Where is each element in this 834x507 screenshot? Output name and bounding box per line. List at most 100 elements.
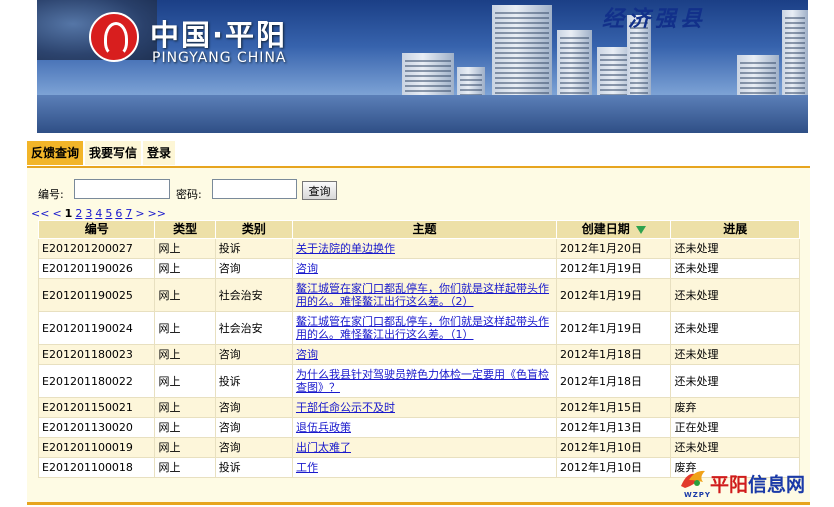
- table-row: E201201200027 网上 投诉 关于法院的单边换作 2012年1月20日 还未处理: [37, 238, 800, 259]
- cell-type: 网上: [154, 457, 216, 478]
- cell-topic: 鳌江城管在家门口都乱停车，你们就是这样起带头作用的么。难怪鳌江出行这么差。（1）: [291, 311, 558, 345]
- cell-category: 投诉: [214, 364, 293, 398]
- page-6-link[interactable]: 6: [115, 207, 122, 220]
- cell-status: 还未处理: [670, 364, 800, 398]
- cell-date: 2012年1月18日: [556, 344, 672, 365]
- topic-link[interactable]: 为什么我县针对驾驶员辨色力体检一定要用《色盲检查图》？: [296, 368, 549, 394]
- table-row: E201201190026 网上 咨询 咨询 2012年1月19日 还未处理: [37, 258, 800, 279]
- cell-category: 社会治安: [214, 278, 293, 312]
- table-header-row: 编号 类型 类别 主题 创建日期 进展: [37, 220, 800, 239]
- watermark-text-red: 平阳: [710, 474, 749, 496]
- cell-id: E201201190026: [37, 258, 156, 279]
- cell-category: 社会治安: [214, 311, 293, 345]
- page-7-link[interactable]: 7: [125, 207, 132, 220]
- topic-link[interactable]: 工作: [296, 461, 318, 474]
- header-banner: 中国·平阳 PINGYANG CHINA 经济强县: [37, 0, 808, 133]
- topic-link[interactable]: 关于法院的单边换作: [296, 242, 395, 255]
- cell-date: 2012年1月19日: [556, 311, 672, 345]
- cell-status: 还未处理: [670, 437, 800, 458]
- password-input[interactable]: [212, 179, 297, 199]
- topic-link[interactable]: 干部任命公示不及时: [296, 401, 395, 414]
- watermark-text-blue: 信息网: [748, 474, 806, 496]
- cell-type: 网上: [154, 278, 216, 312]
- cell-id: E201201180023: [37, 344, 156, 365]
- cell-id: E201201130020: [37, 417, 156, 438]
- cell-topic: 出门太难了: [291, 437, 558, 458]
- table-row: E201201190024 网上 社会治安 鳌江城管在家门口都乱停车，你们就是这样起带…: [37, 311, 800, 345]
- cell-category: 咨询: [214, 397, 293, 418]
- cell-status: 还未处理: [670, 238, 800, 259]
- date-header-label: 创建日期: [581, 222, 630, 236]
- cell-topic: 关于法院的单边换作: [291, 238, 558, 259]
- cell-type: 网上: [154, 344, 216, 365]
- cell-date: 2012年1月10日: [556, 457, 672, 478]
- cell-category: 咨询: [214, 344, 293, 365]
- next-page-link[interactable]: >: [135, 207, 144, 220]
- cell-type: 网上: [154, 417, 216, 438]
- id-label: 编号:: [38, 188, 64, 201]
- table-row: E201201130020 网上 咨询 退伍兵政策 2012年1月13日 正在处理: [37, 417, 800, 438]
- cell-status: 还未处理: [670, 311, 800, 345]
- topic-link[interactable]: 咨询: [296, 348, 318, 361]
- cell-type: 网上: [154, 258, 216, 279]
- cell-id: E201201150021: [37, 397, 156, 418]
- cell-category: 咨询: [214, 258, 293, 279]
- query-button[interactable]: 查询: [302, 181, 337, 200]
- first-page-link[interactable]: <<: [31, 207, 49, 220]
- page-5-link[interactable]: 5: [105, 207, 112, 220]
- cell-id: E201201200027: [37, 238, 156, 259]
- cell-date: 2012年1月19日: [556, 278, 672, 312]
- cell-date: 2012年1月15日: [556, 397, 672, 418]
- topic-link[interactable]: 咨询: [296, 262, 318, 275]
- site-subtitle: PINGYANG CHINA: [152, 50, 287, 66]
- watermark-subtext: WZPY: [684, 491, 711, 499]
- cell-topic: 干部任命公示不及时: [291, 397, 558, 418]
- cell-topic: 咨询: [291, 344, 558, 365]
- topic-link[interactable]: 鳌江城管在家门口都乱停车，你们就是这样起带头作用的么。难怪鳌江出行这么差。（1）: [296, 315, 549, 341]
- table-body: E201201200027 网上 投诉 关于法院的单边换作 2012年1月20日 还未处理…: [37, 238, 800, 478]
- cell-status: 废弃: [670, 397, 800, 418]
- table-row: E201201190025 网上 社会治安 鳌江城管在家门口都乱停车，你们就是这样起带…: [37, 278, 800, 312]
- site-watermark: 平阳信息网 WZPY: [674, 466, 832, 506]
- table-row: E201201150021 网上 咨询 干部任命公示不及时 2012年1月15日 废弃: [37, 397, 800, 418]
- column-header-topic: 主题: [291, 220, 558, 239]
- column-header-category: 类别: [214, 220, 293, 239]
- topic-link[interactable]: 鳌江城管在家门口都乱停车，你们就是这样起带头作用的么。难怪鳌江出行这么差。（2）: [296, 282, 549, 308]
- page-4-link[interactable]: 4: [95, 207, 102, 220]
- cell-topic: 咨询: [291, 258, 558, 279]
- cell-date: 2012年1月20日: [556, 238, 672, 259]
- page-3-link[interactable]: 3: [85, 207, 92, 220]
- logo-icon: [89, 12, 139, 62]
- page-2-link[interactable]: 2: [75, 207, 82, 220]
- tab-login[interactable]: 登录: [143, 141, 176, 165]
- cell-type: 网上: [154, 364, 216, 398]
- pagination: << < 1 2 3 4 5 6 7 > >>: [31, 207, 166, 220]
- column-header-type: 类型: [154, 220, 216, 239]
- cell-status: 还未处理: [670, 344, 800, 365]
- cell-id: E201201180022: [37, 364, 156, 398]
- tab-write-letter[interactable]: 我要写信: [85, 141, 142, 165]
- table-row: E201201100019 网上 咨询 出门太难了 2012年1月10日 还未处理: [37, 437, 800, 458]
- column-header-date[interactable]: 创建日期: [556, 220, 672, 239]
- watermark-logo-icon: [681, 470, 705, 488]
- cell-category: 咨询: [214, 437, 293, 458]
- id-input[interactable]: [74, 179, 170, 199]
- table-row: E201201180022 网上 投诉 为什么我县针对驾驶员辨色力体检一定要用《色盲检…: [37, 364, 800, 398]
- sort-desc-icon[interactable]: [635, 225, 646, 234]
- prev-page-link[interactable]: <: [52, 207, 61, 220]
- page-1-current: 1: [64, 207, 73, 220]
- site-title: 中国·平阳: [150, 18, 288, 52]
- cell-topic: 鳌江城管在家门口都乱停车，你们就是这样起带头作用的么。难怪鳌江出行这么差。（2）: [291, 278, 558, 312]
- cell-type: 网上: [154, 397, 216, 418]
- last-page-link[interactable]: >>: [148, 207, 166, 220]
- cell-category: 投诉: [214, 457, 293, 478]
- topic-link[interactable]: 退伍兵政策: [296, 421, 351, 434]
- cell-type: 网上: [154, 311, 216, 345]
- column-header-id: 编号: [37, 220, 156, 239]
- topic-link[interactable]: 出门太难了: [296, 441, 351, 454]
- tab-bar: 反馈查询 我要写信 登录: [27, 141, 177, 167]
- cell-date: 2012年1月19日: [556, 258, 672, 279]
- tab-feedback-query[interactable]: 反馈查询: [27, 141, 84, 165]
- cell-status: 正在处理: [670, 417, 800, 438]
- cell-topic: 为什么我县针对驾驶员辨色力体检一定要用《色盲检查图》？: [291, 364, 558, 398]
